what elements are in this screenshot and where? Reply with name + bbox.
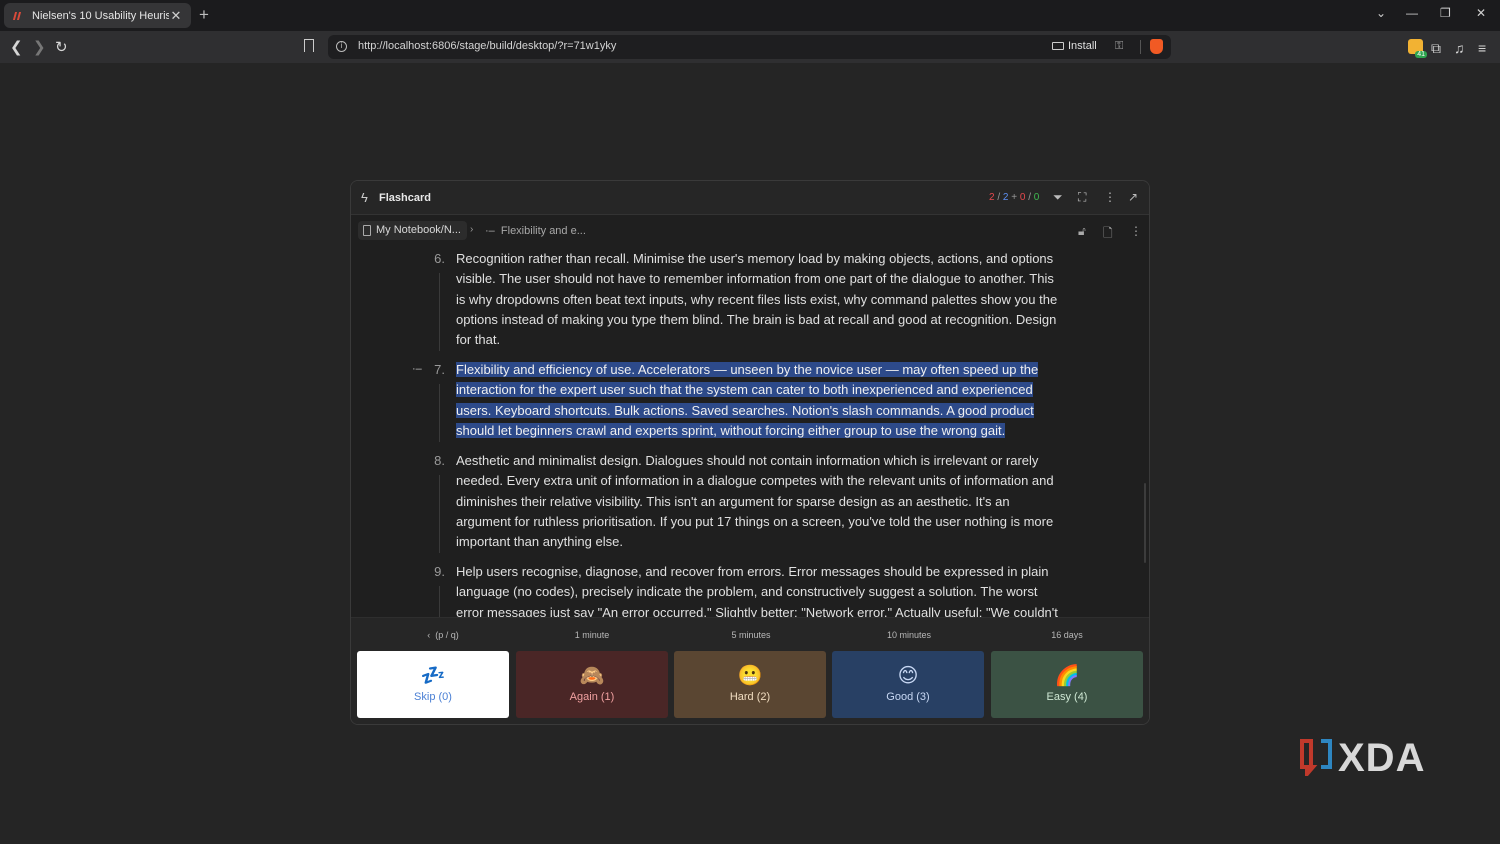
- menu-icon[interactable]: ≡: [1478, 40, 1486, 56]
- interval-labels: ‹ (p / q) 1 minute 5 minutes 10 minutes …: [351, 617, 1149, 651]
- reload-icon[interactable]: ↻: [55, 38, 68, 56]
- open-external-icon[interactable]: ↗: [1128, 190, 1138, 204]
- tab-bar: Nielsen's 10 Usability Heuristics ✕ + ⌄ …: [0, 0, 1500, 31]
- card-counts: 2 / 2 + 0 / 0: [989, 192, 1040, 203]
- favicon-icon: [12, 10, 24, 22]
- password-key-icon[interactable]: ⚿: [1115, 40, 1123, 53]
- again-button[interactable]: 🙈 Again (1): [516, 651, 668, 718]
- sleep-icon: 💤: [420, 665, 446, 687]
- document-icon: [363, 225, 371, 236]
- chevron-right-icon: ›: [470, 224, 474, 235]
- interval-easy: 16 days: [1051, 630, 1083, 640]
- interval-good: 10 minutes: [886, 630, 932, 640]
- site-info-icon[interactable]: i: [336, 41, 347, 52]
- close-tab-icon[interactable]: ✕: [169, 8, 183, 24]
- previous-button[interactable]: ‹ (p / q): [413, 630, 473, 640]
- install-icon: [1052, 42, 1064, 50]
- skip-button[interactable]: 💤 Skip (0): [357, 651, 509, 718]
- rating-buttons: 💤 Skip (0) 🙈 Again (1) 😬 Hard (2) 😊 Good…: [351, 651, 1149, 724]
- media-icon[interactable]: ♫: [1454, 40, 1465, 56]
- flashcard-panel: ϟ Flashcard 2 / 2 + 0 / 0 ⏷ ⛶ ⋮ ↗ My Not…: [350, 180, 1150, 725]
- bullet-handle-icon[interactable]: ·–: [412, 363, 422, 375]
- see-no-evil-monkey-icon: 🙈: [579, 665, 605, 687]
- selected-text: Flexibility and efficiency of use. Accel…: [456, 362, 1039, 438]
- panel-title: Flashcard: [379, 192, 431, 204]
- filter-icon[interactable]: ⏷: [1053, 190, 1063, 205]
- breadcrumb: My Notebook/N... › ·– Flexibility and e.…: [351, 219, 1149, 243]
- tab-list-icon[interactable]: ⌄: [1376, 6, 1386, 20]
- minimize-icon[interactable]: —: [1406, 6, 1418, 20]
- interval-hard: 5 minutes: [731, 630, 771, 640]
- panel-header: ϟ Flashcard 2 / 2 + 0 / 0 ⏷ ⛶ ⋮ ↗: [351, 181, 1149, 215]
- extensions-icon[interactable]: ⧉: [1431, 40, 1441, 57]
- unlock-icon[interactable]: 🔓︎: [1078, 224, 1086, 239]
- xda-logo-icon: [1300, 739, 1332, 776]
- address-bar[interactable]: i http://localhost:6806/stage/build/desk…: [328, 35, 1171, 59]
- install-button[interactable]: Install: [1052, 40, 1097, 52]
- window-close-icon[interactable]: ✕: [1476, 6, 1486, 20]
- bookmark-icon[interactable]: [304, 39, 314, 52]
- flashcard-icon: ϟ: [361, 190, 368, 205]
- back-icon[interactable]: ❮: [10, 38, 23, 56]
- grimace-icon: 😬: [737, 665, 763, 687]
- scrollbar[interactable]: [1144, 483, 1146, 563]
- rainbow-icon: 🌈: [1054, 665, 1080, 687]
- more-options-icon[interactable]: ⋮: [1130, 224, 1142, 238]
- browser-tab[interactable]: Nielsen's 10 Usability Heuristics ✕: [4, 3, 191, 28]
- new-tab-icon[interactable]: +: [199, 5, 209, 25]
- tab-title: Nielsen's 10 Usability Heuristics: [32, 9, 169, 22]
- interval-again: 1 minute: [574, 630, 610, 640]
- page-icon[interactable]: 🗋: [1103, 224, 1113, 245]
- restore-icon[interactable]: ❐: [1440, 6, 1451, 20]
- brave-shields-icon[interactable]: [1150, 39, 1163, 54]
- extension-folder-icon[interactable]: 41: [1408, 39, 1427, 58]
- forward-icon[interactable]: ❯: [33, 38, 46, 56]
- watermark-text: XDA: [1338, 736, 1426, 780]
- divider: [1140, 40, 1141, 54]
- easy-button[interactable]: 🌈 Easy (4): [991, 651, 1143, 718]
- good-button[interactable]: 😊 Good (3): [832, 651, 984, 718]
- card-content: 6. Recognition rather than recall. Minim…: [351, 245, 1149, 617]
- url-text[interactable]: http://localhost:6806/stage/build/deskto…: [358, 40, 616, 52]
- smile-icon: 😊: [897, 665, 919, 687]
- breadcrumb-heading[interactable]: ·– Flexibility and e...: [485, 225, 586, 237]
- focus-icon[interactable]: ⛶: [1078, 190, 1086, 205]
- breadcrumb-notebook[interactable]: My Notebook/N...: [358, 221, 467, 240]
- hard-button[interactable]: 😬 Hard (2): [674, 651, 826, 718]
- more-icon[interactable]: ⋮: [1104, 190, 1116, 204]
